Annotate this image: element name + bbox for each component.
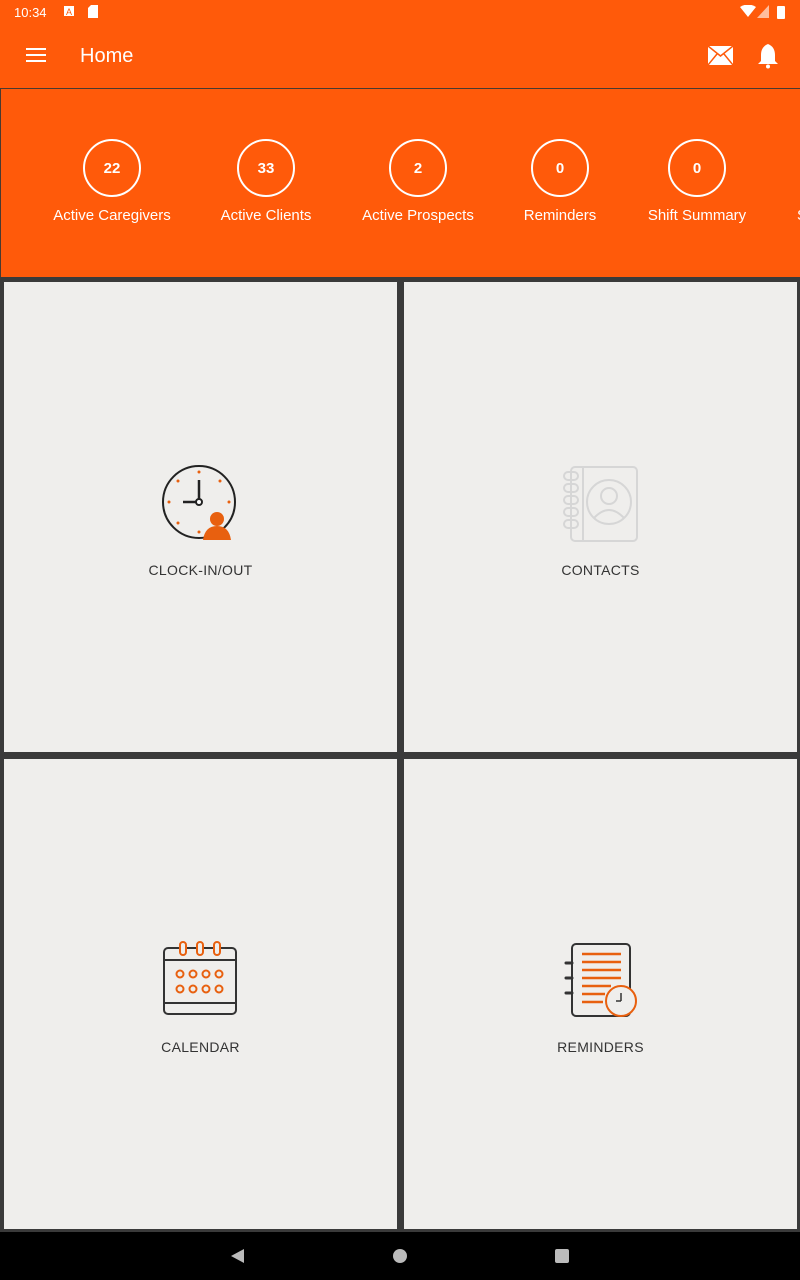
- stat-shift-summary[interactable]: 0 Shift Summary: [622, 139, 772, 224]
- stat-value: 0: [531, 139, 589, 197]
- system-nav-bar: [0, 1232, 800, 1280]
- address-book-icon: [562, 466, 638, 542]
- tile-calendar[interactable]: CALENDAR: [4, 759, 397, 1229]
- stat-active-caregivers[interactable]: 22 Active Caregivers: [37, 139, 187, 224]
- reminder-notebook-icon: [564, 943, 637, 1017]
- stat-value: 0: [668, 139, 726, 197]
- stat-value: 33: [237, 139, 295, 197]
- notification-bell-icon[interactable]: [757, 43, 779, 69]
- status-bar: 10:34 A: [0, 0, 800, 24]
- stat-value: 22: [83, 139, 141, 197]
- battery-icon: [777, 6, 785, 19]
- stat-label: Shift Summary: [647, 207, 747, 224]
- svg-text:A: A: [66, 7, 72, 17]
- back-icon[interactable]: [229, 1248, 245, 1264]
- signal-icon: [757, 5, 769, 18]
- sd-card-icon: [88, 5, 98, 18]
- stat-label: Active Caregivers: [53, 207, 171, 224]
- accessibility-notification-icon: A: [64, 6, 74, 17]
- stats-bar[interactable]: 22 Active Caregivers 33 Active Clients 2 Ac…: [0, 88, 800, 277]
- tile-label: CLOCK-IN/OUT: [148, 562, 253, 578]
- tile-clock-in-out[interactable]: CLOCK-IN/OUT: [4, 282, 397, 752]
- tile-reminders[interactable]: REMINDERS: [404, 759, 797, 1229]
- stat-reminders[interactable]: 0 Reminders: [485, 139, 635, 224]
- home-icon[interactable]: [392, 1248, 408, 1264]
- status-time: 10:34: [14, 5, 47, 20]
- tile-label: CALENDAR: [161, 1039, 240, 1055]
- stat-label: Reminders: [523, 207, 597, 224]
- mail-icon[interactable]: [708, 46, 733, 65]
- stat-label: Active Clients: [220, 207, 312, 224]
- stat-value: 2: [389, 139, 447, 197]
- app-toolbar: Home: [0, 24, 800, 88]
- tile-label: CONTACTS: [561, 562, 640, 578]
- recents-icon[interactable]: [554, 1248, 570, 1264]
- page-title: Home: [80, 45, 134, 67]
- menu-icon[interactable]: [26, 48, 46, 62]
- stat-label: Active Prospects: [362, 207, 474, 224]
- wifi-icon: [740, 5, 756, 17]
- stat-active-prospects[interactable]: 2 Active Prospects: [343, 139, 493, 224]
- clock-person-icon: [161, 465, 236, 540]
- stat-active-clients[interactable]: 33 Active Clients: [191, 139, 341, 224]
- tile-label: REMINDERS: [557, 1039, 644, 1055]
- calendar-icon: [162, 941, 237, 1015]
- tile-contacts[interactable]: CONTACTS: [404, 282, 797, 752]
